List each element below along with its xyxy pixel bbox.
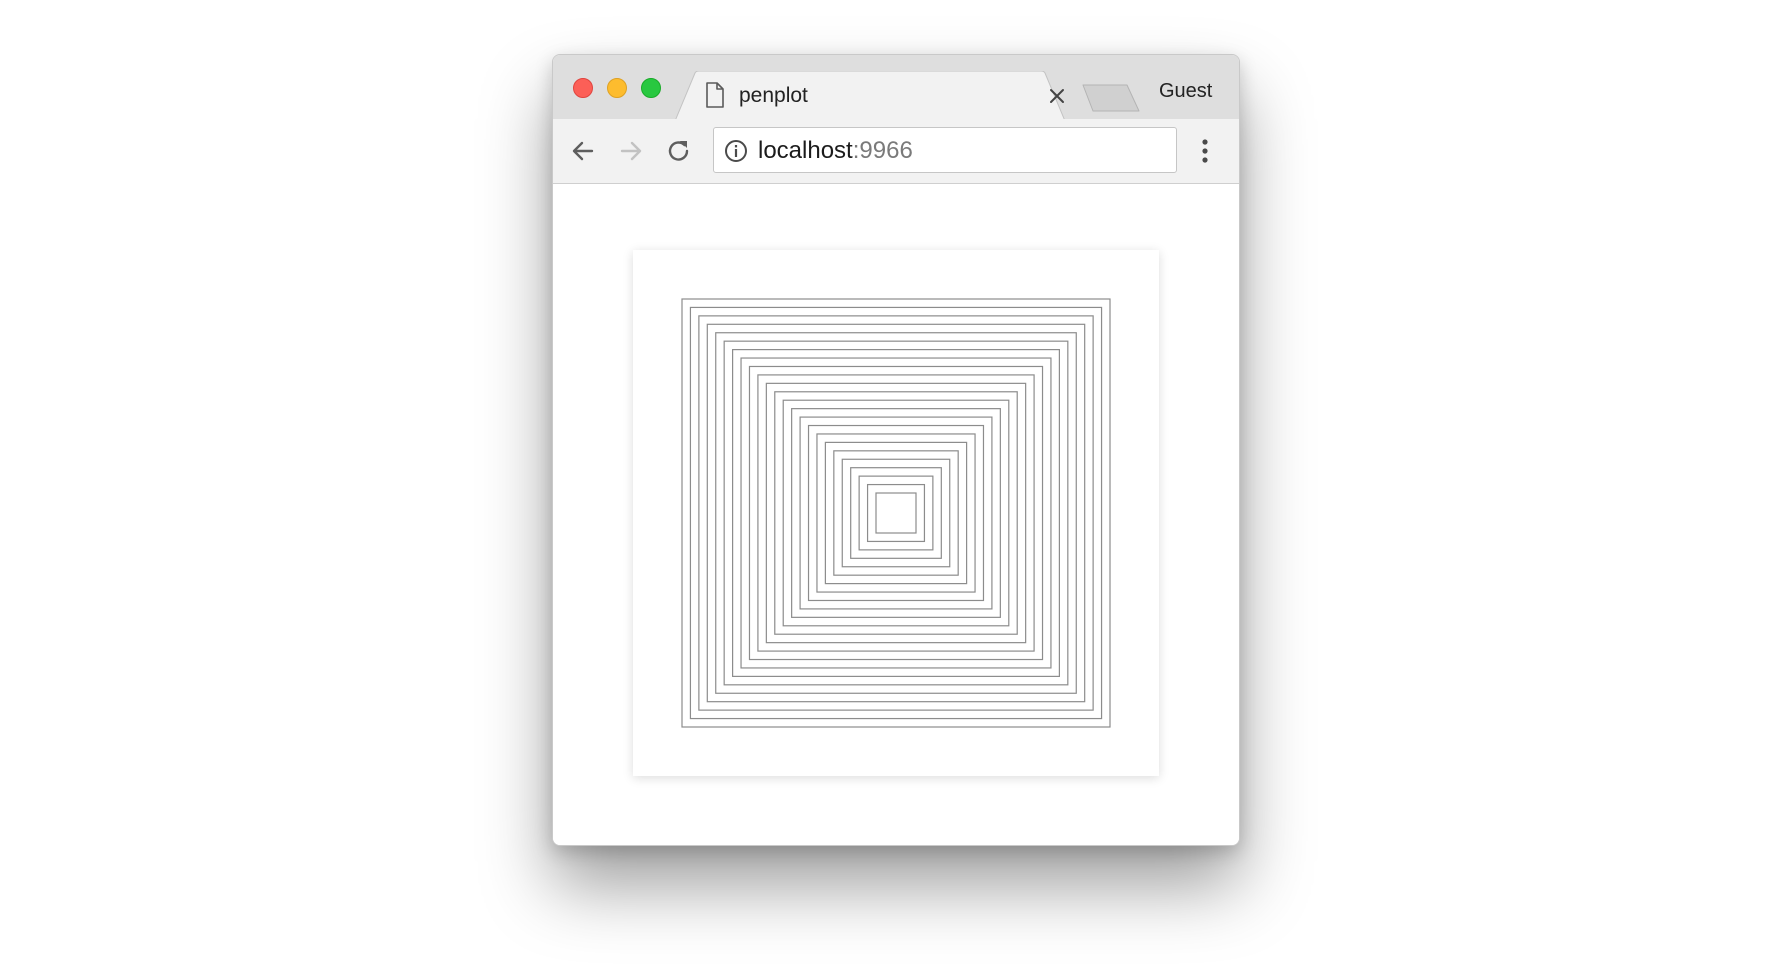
square-outline (706, 323, 1086, 703)
square-outline (850, 467, 942, 559)
active-tab[interactable] (675, 71, 1065, 121)
close-window-button[interactable] (573, 78, 593, 98)
kebab-menu-icon[interactable] (1191, 133, 1219, 169)
square-outline (765, 382, 1027, 644)
close-icon[interactable] (1046, 85, 1068, 107)
url-host: localhost (758, 137, 853, 164)
square-outline (732, 349, 1060, 677)
square-outline (689, 306, 1103, 720)
square-outline (723, 340, 1069, 686)
square-outline (875, 492, 917, 534)
square-outline (715, 332, 1077, 694)
square-outline (748, 365, 1044, 661)
info-icon[interactable] (724, 139, 748, 163)
concentric-squares-plot (681, 298, 1111, 728)
title-bar: penplot Guest (553, 55, 1239, 121)
square-outline (833, 450, 959, 576)
square-outline (824, 441, 968, 585)
square-outline (681, 298, 1111, 728)
browser-window: penplot Guest localhost:9966 (552, 54, 1240, 846)
square-outline (841, 458, 951, 568)
arrow-right-icon[interactable] (615, 135, 647, 167)
reload-icon[interactable] (663, 135, 695, 167)
url-port: :9966 (852, 137, 913, 164)
tab-title: penplot (739, 84, 808, 107)
address-bar[interactable]: localhost:9966 (713, 127, 1177, 173)
square-outline (757, 374, 1035, 652)
square-outline (799, 416, 993, 610)
square-outline (774, 391, 1018, 635)
arrow-left-icon[interactable] (567, 135, 599, 167)
square-outline (791, 408, 1001, 618)
minimize-window-button[interactable] (607, 78, 627, 98)
document-icon (706, 82, 724, 108)
url-text[interactable]: localhost:9966 (758, 138, 913, 164)
profile-label[interactable]: Guest (1159, 78, 1212, 104)
browser-toolbar: localhost:9966 (553, 119, 1239, 184)
square-outline (858, 475, 934, 551)
square-outline (816, 433, 976, 593)
page-content (553, 184, 1239, 845)
new-tab-button[interactable] (1081, 83, 1141, 113)
plot-paper (633, 250, 1159, 776)
square-outline (740, 357, 1052, 669)
maximize-window-button[interactable] (641, 78, 661, 98)
square-outline (807, 424, 985, 602)
